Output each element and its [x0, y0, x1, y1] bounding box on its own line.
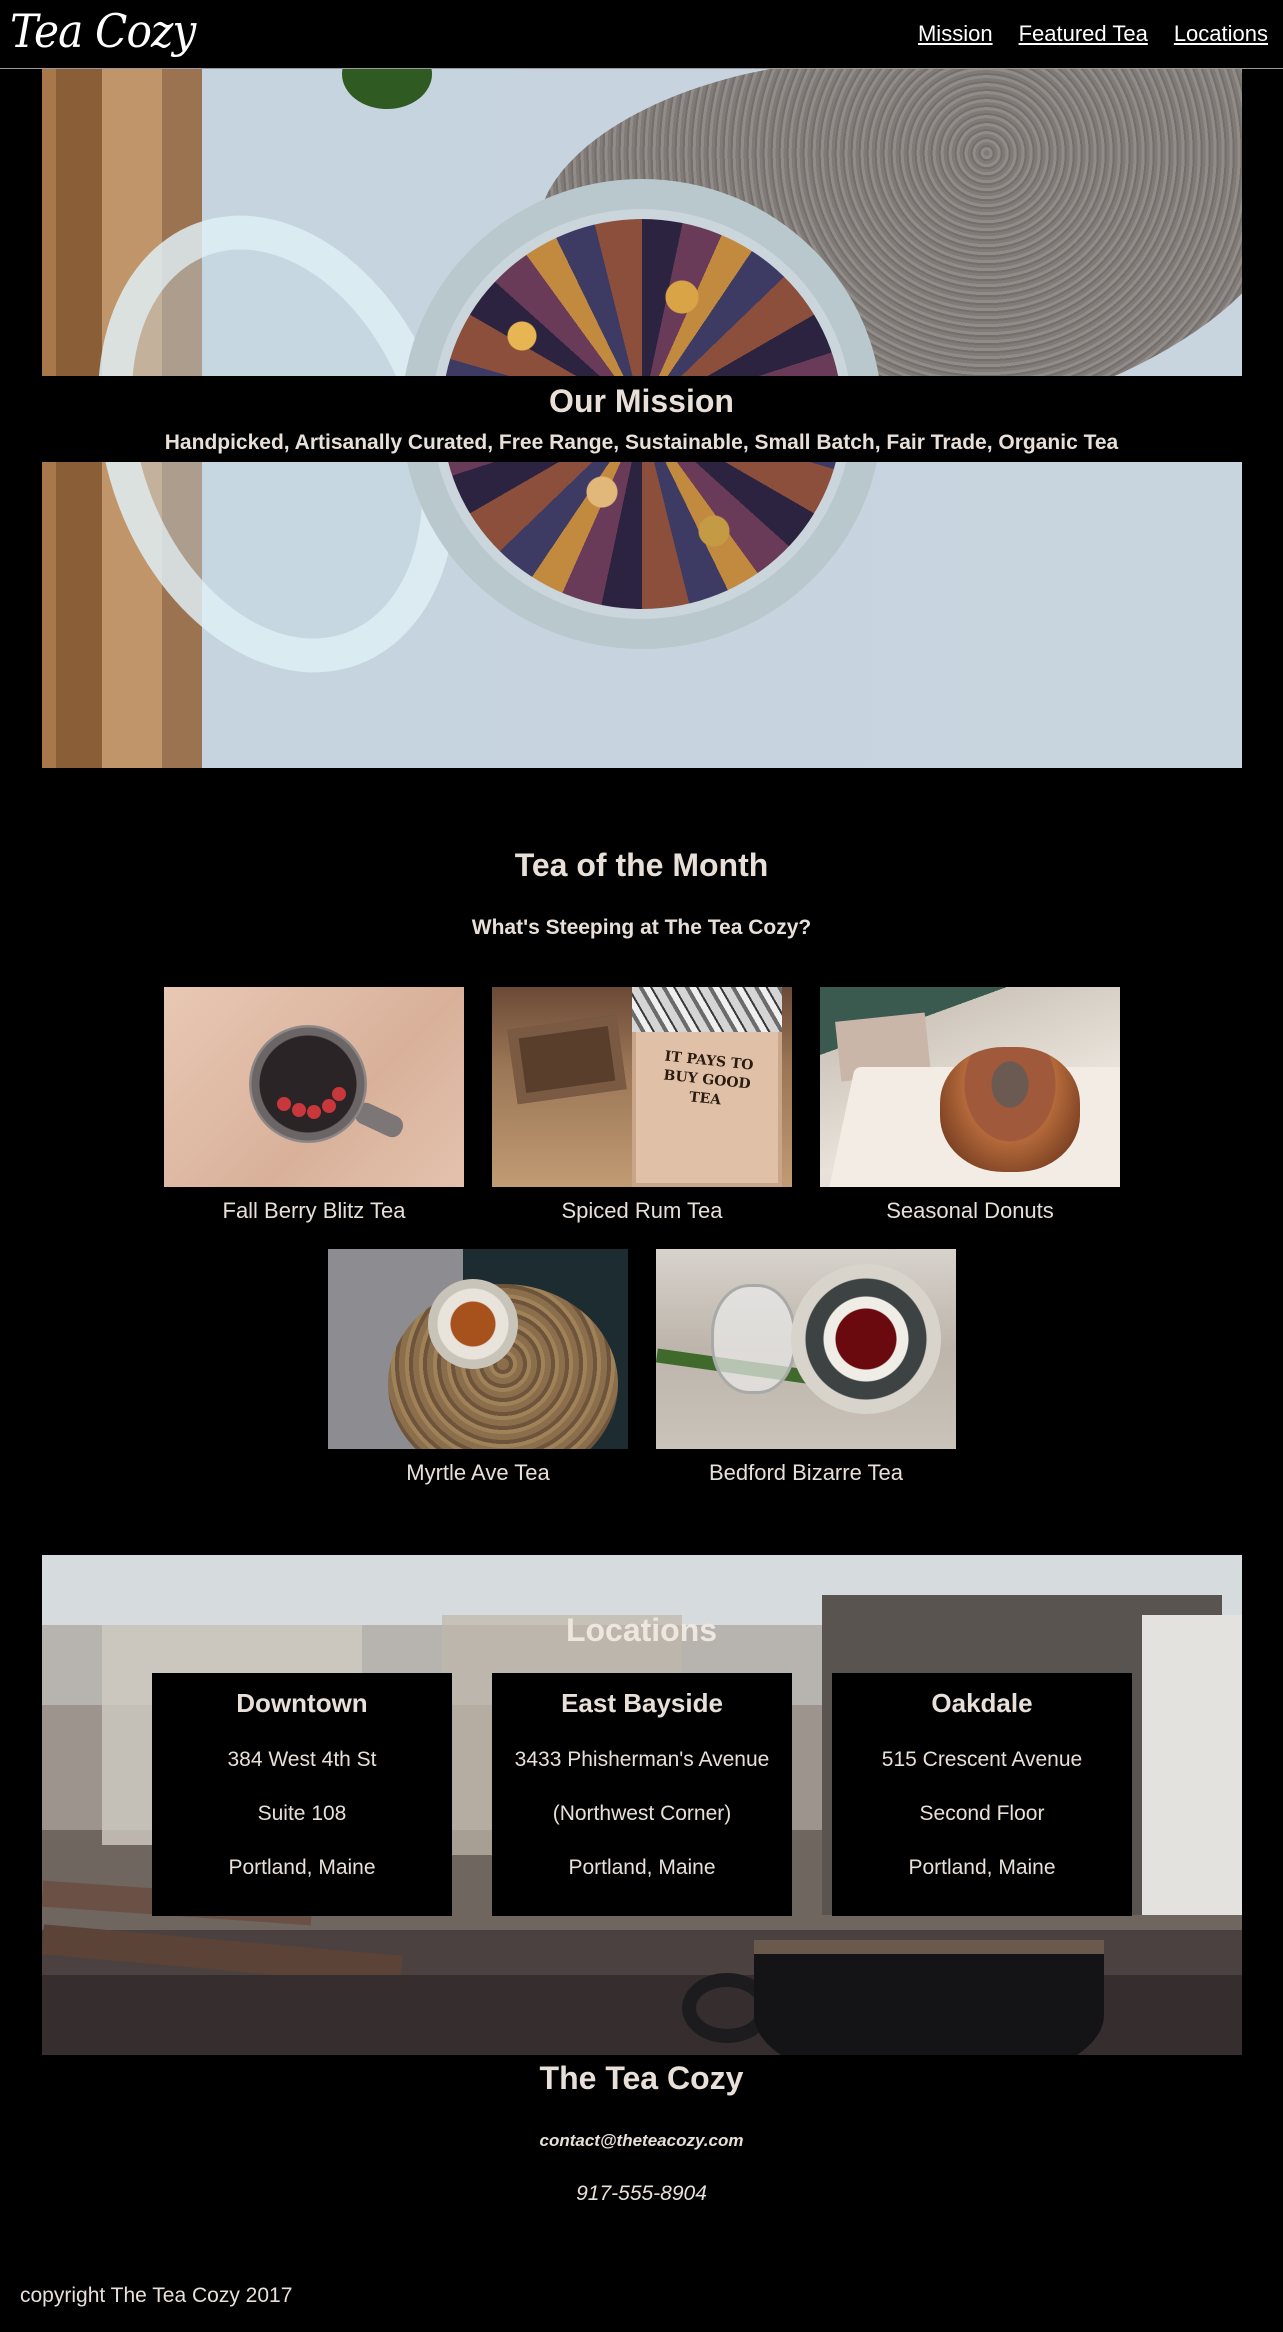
location-address-line: Portland, Maine	[908, 1856, 1056, 1879]
location-address-line: Second Floor	[919, 1802, 1045, 1825]
tea-item-label: Seasonal Donuts	[886, 1198, 1054, 1223]
tea-item-fall-berry-blitz: Fall Berry Blitz Tea	[164, 987, 464, 1224]
bedford-tea-image	[656, 1249, 956, 1449]
location-name: Oakdale	[931, 1688, 1033, 1718]
tea-item-seasonal-donuts: Seasonal Donuts	[820, 987, 1120, 1224]
location-address-line: Portland, Maine	[228, 1856, 376, 1879]
location-address-line: 515 Crescent Avenue	[881, 1748, 1083, 1771]
tea-of-month-subtitle: What's Steeping at The Tea Cozy?	[471, 916, 812, 939]
locations-title: Locations	[565, 1612, 718, 1648]
location-address-line: Suite 108	[257, 1802, 347, 1825]
tea-item-spiced-rum: IT PAYS TO BUY GOOD TEA Spiced Rum Tea	[492, 987, 792, 1224]
tea-item-label: Myrtle Ave Tea	[406, 1460, 550, 1485]
spiced-rum-image: IT PAYS TO BUY GOOD TEA	[492, 987, 792, 1187]
location-card-east-bayside: East Bayside 3433 Phisherman's Avenue (N…	[492, 1673, 792, 1916]
copyright-text: copyright The Tea Cozy 2017	[20, 2284, 293, 2307]
leaf-shape	[342, 69, 432, 109]
contact-email[interactable]: contact@theteacozy.com	[0, 2131, 1283, 2151]
tea-item-bedford-bizarre: Bedford Bizarre Tea	[656, 1249, 956, 1486]
contact-phone[interactable]: 917-555-8904	[0, 2182, 1283, 2206]
tea-item-label: Fall Berry Blitz Tea	[222, 1198, 406, 1223]
site-header: Tea Cozy Mission Featured Tea Locations	[0, 0, 1283, 69]
location-card-oakdale: Oakdale 515 Crescent Avenue Second Floor…	[832, 1673, 1132, 1916]
mission-subtitle: Handpicked, Artisanally Curated, Free Ra…	[164, 431, 1119, 454]
donut-image	[820, 987, 1120, 1187]
location-address-line: 384 West 4th St	[227, 1748, 377, 1771]
berry-tea-image	[164, 987, 464, 1187]
nav-link-locations[interactable]: Locations	[1174, 21, 1268, 47]
logo[interactable]: Tea Cozy	[10, 4, 196, 58]
location-card-downtown: Downtown 384 West 4th St Suite 108 Portl…	[152, 1673, 452, 1916]
tea-item-label: Bedford Bizarre Tea	[708, 1460, 904, 1485]
location-name: Downtown	[236, 1688, 368, 1718]
location-name: East Bayside	[561, 1688, 723, 1718]
myrtle-tea-image	[328, 1249, 628, 1449]
nav-link-mission[interactable]: Mission	[918, 21, 993, 47]
footer-title: The Tea Cozy	[539, 2060, 744, 2096]
main-nav: Mission Featured Tea Locations	[918, 21, 1268, 47]
coffee-cup-shape	[754, 1940, 1104, 2055]
tea-of-month-title: Tea of the Month	[514, 847, 769, 883]
nav-link-featured-tea[interactable]: Featured Tea	[1019, 21, 1148, 47]
location-address-line: (Northwest Corner)	[552, 1802, 732, 1825]
location-address-line: 3433 Phisherman's Avenue	[514, 1748, 770, 1771]
tea-item-myrtle-ave: Myrtle Ave Tea	[328, 1249, 628, 1486]
location-address-line: Portland, Maine	[568, 1856, 716, 1879]
mission-title: Our Mission	[549, 383, 734, 419]
tea-item-label: Spiced Rum Tea	[561, 1198, 723, 1223]
